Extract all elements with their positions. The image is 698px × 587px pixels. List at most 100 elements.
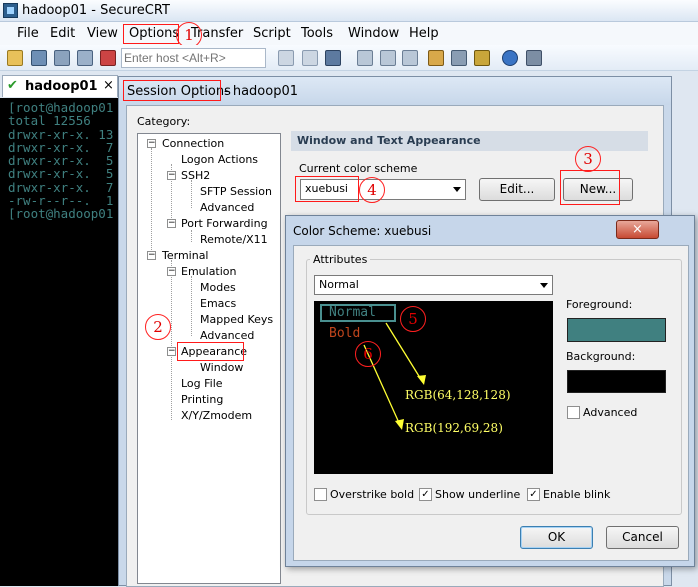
help-icon[interactable] bbox=[502, 50, 518, 66]
background-swatch[interactable] bbox=[567, 370, 666, 393]
expand-emulation[interactable]: − bbox=[167, 267, 176, 276]
tree-emacs[interactable]: Emacs bbox=[200, 297, 236, 310]
menu-help[interactable]: Help bbox=[406, 25, 442, 42]
show-underline-label: Show underline bbox=[435, 488, 521, 501]
rgb-bold-label: RGB(192,69,28) bbox=[405, 421, 503, 435]
expand-terminal[interactable]: − bbox=[147, 251, 156, 260]
chevron-down-icon bbox=[540, 283, 548, 288]
paste-icon[interactable] bbox=[302, 50, 318, 66]
tree-modes[interactable]: Modes bbox=[200, 281, 236, 294]
terminal-output[interactable]: [root@hadoop01 total 12556 drwxr-xr-x. 13 d… bbox=[0, 98, 122, 586]
terminal-line: drwxr-xr-x. 7 bbox=[8, 139, 114, 155]
menu-script[interactable]: Script bbox=[250, 25, 294, 42]
expand-appearance[interactable]: − bbox=[167, 347, 176, 356]
tree-ssh2-advanced[interactable]: Advanced bbox=[200, 201, 254, 214]
tree-line bbox=[191, 230, 192, 242]
print-screen-icon[interactable] bbox=[380, 50, 396, 66]
close-dialog-button[interactable]: × bbox=[616, 220, 659, 239]
tree-line bbox=[191, 180, 192, 208]
tab-close-icon[interactable]: × bbox=[103, 78, 114, 93]
keymap-icon[interactable] bbox=[474, 50, 490, 66]
menu-view[interactable]: View bbox=[84, 25, 121, 42]
about-icon[interactable] bbox=[526, 50, 542, 66]
find-icon[interactable] bbox=[325, 50, 341, 66]
menu-bar: File Edit View Options Transfer Script T… bbox=[0, 22, 698, 45]
terminal-line: drwxr-xr-x. 5 bbox=[8, 153, 114, 169]
print-selection-icon[interactable] bbox=[402, 50, 418, 66]
tree-terminal[interactable]: Terminal bbox=[162, 249, 209, 262]
annotation-box-appearance bbox=[177, 342, 244, 361]
cancel-button[interactable]: Cancel bbox=[606, 526, 679, 549]
terminal-line: total 12556 bbox=[8, 113, 91, 129]
tree-line bbox=[171, 260, 172, 420]
quick-connect-icon[interactable] bbox=[31, 50, 47, 66]
tree-remote-x11[interactable]: Remote/X11 bbox=[200, 233, 268, 246]
tree-ssh2[interactable]: SSH2 bbox=[181, 169, 210, 182]
tree-emulation[interactable]: Emulation bbox=[181, 265, 237, 278]
expand-ssh2[interactable]: − bbox=[167, 171, 176, 180]
tab-hadoop01[interactable]: ✔ hadoop01 × bbox=[2, 75, 118, 97]
tree-xyzmodem[interactable]: X/Y/Zmodem bbox=[181, 409, 252, 422]
menu-window[interactable]: Window bbox=[345, 25, 402, 42]
chevron-down-icon bbox=[453, 187, 461, 192]
annotation-box-options bbox=[123, 24, 179, 44]
foreground-label: Foreground: bbox=[566, 298, 633, 311]
overstrike-bold-checkbox[interactable] bbox=[314, 488, 327, 501]
enable-blink-checkbox[interactable]: ✓ bbox=[527, 488, 540, 501]
terminal-line: drwxr-xr-x. 5 bbox=[8, 166, 114, 182]
enable-blink-label: Enable blink bbox=[543, 488, 611, 501]
color-scheme-title: Color Scheme: xuebusi bbox=[293, 224, 432, 238]
connect-icon[interactable] bbox=[7, 50, 23, 66]
annotation-circle-3: 3 bbox=[575, 146, 601, 172]
menu-file[interactable]: File bbox=[14, 25, 42, 42]
tree-mapped-keys[interactable]: Mapped Keys bbox=[200, 313, 273, 326]
terminal-line: -rw-r--r--. 1 bbox=[8, 193, 114, 209]
toolbar bbox=[0, 45, 698, 71]
rgb-normal-label: RGB(64,128,128) bbox=[405, 388, 511, 402]
connect-tab-icon[interactable] bbox=[54, 50, 70, 66]
ok-button[interactable]: OK bbox=[520, 526, 593, 549]
background-label: Background: bbox=[566, 350, 636, 363]
tree-connection[interactable]: Connection bbox=[162, 137, 224, 150]
attributes-label: Attributes bbox=[310, 253, 371, 266]
tree-printing[interactable]: Printing bbox=[181, 393, 223, 406]
tree-window[interactable]: Window bbox=[200, 361, 243, 374]
edit-scheme-button[interactable]: Edit... bbox=[479, 178, 555, 201]
terminal-line: drwxr-xr-x. 7 bbox=[8, 179, 114, 195]
reconnect-icon[interactable] bbox=[77, 50, 93, 66]
annotation-box-scheme bbox=[295, 176, 359, 202]
check-icon: ✔ bbox=[7, 78, 18, 93]
terminal-line: [root@hadoop01 bbox=[8, 206, 114, 222]
expand-connection[interactable]: − bbox=[147, 139, 156, 148]
title-bar: hadoop01 - SecureCRT bbox=[0, 0, 698, 22]
terminal-line: [root@hadoop01 bbox=[8, 100, 114, 115]
foreground-swatch[interactable] bbox=[567, 318, 666, 342]
show-underline-checkbox[interactable]: ✓ bbox=[419, 488, 432, 501]
overstrike-bold-label: Overstrike bold bbox=[330, 488, 415, 501]
terminal-line: drwxr-xr-x. 13 bbox=[8, 126, 114, 142]
session-options-icon[interactable] bbox=[428, 50, 444, 66]
print-icon[interactable] bbox=[357, 50, 373, 66]
tree-line bbox=[151, 148, 152, 260]
tree-log-file[interactable]: Log File bbox=[181, 377, 223, 390]
expand-port-forwarding[interactable]: − bbox=[167, 219, 176, 228]
window-title: hadoop01 - SecureCRT bbox=[22, 3, 170, 18]
tree-logon-actions[interactable]: Logon Actions bbox=[181, 153, 258, 166]
current-scheme-label: Current color scheme bbox=[299, 162, 418, 175]
advanced-checkbox[interactable] bbox=[567, 406, 580, 419]
host-input[interactable] bbox=[121, 48, 266, 68]
menu-tools[interactable]: Tools bbox=[298, 25, 336, 42]
tab-label: hadoop01 bbox=[25, 79, 98, 94]
global-options-icon[interactable] bbox=[451, 50, 467, 66]
copy-icon[interactable] bbox=[278, 50, 294, 66]
section-header: Window and Text Appearance bbox=[297, 134, 481, 147]
menu-edit[interactable]: Edit bbox=[47, 25, 78, 42]
attributes-select[interactable]: Normal bbox=[314, 275, 553, 295]
annotation-box-new bbox=[560, 170, 620, 205]
attributes-value: Normal bbox=[319, 278, 359, 291]
tree-emulation-advanced[interactable]: Advanced bbox=[200, 329, 254, 342]
tree-port-forwarding[interactable]: Port Forwarding bbox=[181, 217, 268, 230]
annotation-circle-4: 4 bbox=[359, 177, 385, 203]
disconnect-icon[interactable] bbox=[100, 50, 116, 66]
tree-sftp-session[interactable]: SFTP Session bbox=[200, 185, 272, 198]
